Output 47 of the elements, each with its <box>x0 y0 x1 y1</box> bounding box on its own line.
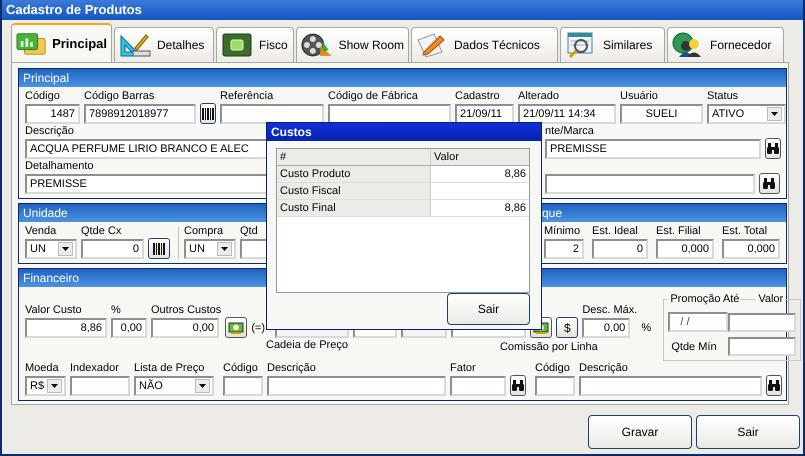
field-label: Venda <box>25 224 56 239</box>
dialog-title: Custos <box>267 123 541 141</box>
field-label: Qtd <box>240 224 258 239</box>
table-cell: Custo Final <box>277 200 431 216</box>
field-label: Qtde Mín <box>670 340 717 352</box>
field-label: Mínimo <box>544 224 580 239</box>
field-label: Compra <box>184 224 224 239</box>
field-label: Código <box>223 361 258 376</box>
field-label: Referência <box>220 89 274 104</box>
field-label: Cadeia de Preço <box>266 338 348 353</box>
field-label: Qtde Cx <box>81 224 122 239</box>
field-label: Fator <box>450 361 476 376</box>
table-cell: Custo Fiscal <box>277 183 431 199</box>
field-label: Lista de Preço <box>134 361 204 376</box>
field-label: Código <box>535 361 570 376</box>
field-label: Status <box>707 89 738 104</box>
field-label: Código <box>25 89 60 104</box>
field-label: Descrição <box>579 361 628 376</box>
field-label: Indexador <box>70 361 119 376</box>
field-label: Est. Total <box>722 224 768 239</box>
field-label: Est. Filial <box>656 224 701 239</box>
field-label: Detalhamento <box>25 159 94 174</box>
field-label: Alterado <box>518 89 559 104</box>
field-label: Desc. Máx. <box>582 303 638 318</box>
field-label: Promoção Até <box>668 292 742 307</box>
table-cell-text: 8,86 <box>504 167 527 182</box>
field-label: Outros Custos <box>151 303 222 318</box>
field-label: Descrição <box>267 361 316 376</box>
symbol-text: % <box>641 321 652 336</box>
section-header: Principal <box>19 69 786 87</box>
field-label: Código Barras <box>84 89 154 104</box>
field-label: Valor Custo <box>25 303 82 318</box>
field-label: Est. Ideal <box>592 224 638 239</box>
field-label: Código de Fábrica <box>328 89 418 104</box>
window-title: Cadastro de Produtos <box>2 0 803 20</box>
field-label: Descrição <box>25 124 74 139</box>
table-cell-text: 8,86 <box>504 201 527 216</box>
field-label: nte/Marca <box>545 124 594 139</box>
column-header: # <box>277 149 431 165</box>
field-label: Moeda <box>25 361 59 376</box>
field-label: Usuário <box>620 89 658 104</box>
column-header: Valor <box>433 150 460 165</box>
table-cell: Custo Produto <box>277 166 431 182</box>
field-label: Cadastro <box>455 89 500 104</box>
field-label: Comissão por Linha <box>500 340 598 355</box>
field-label: % <box>111 303 121 318</box>
symbol-text: (=) <box>251 321 266 336</box>
